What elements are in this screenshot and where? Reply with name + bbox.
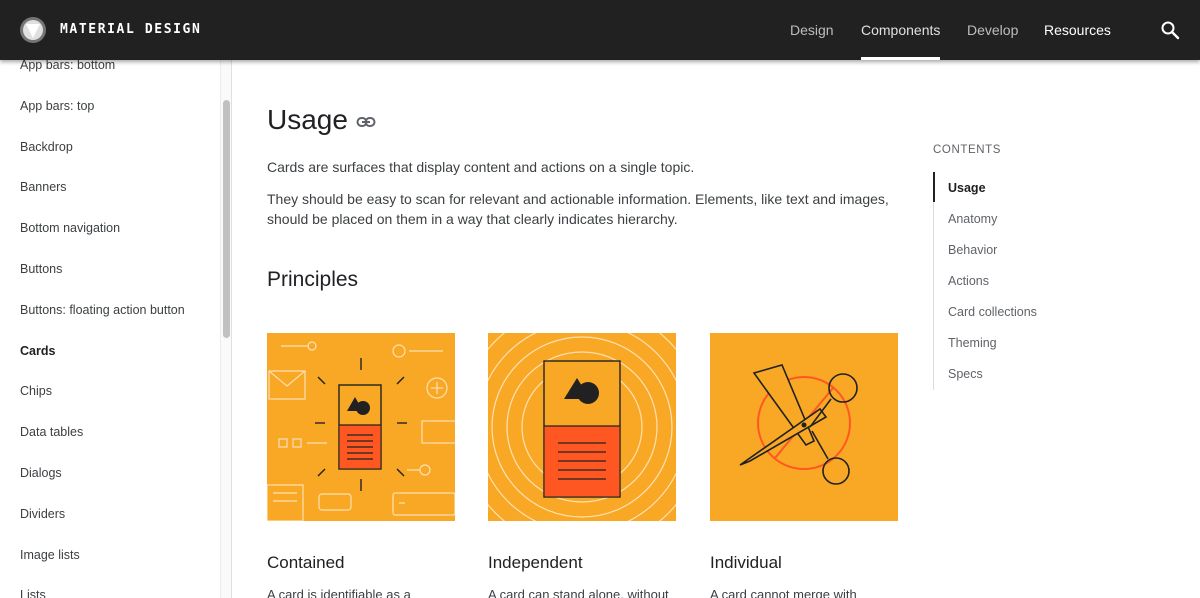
- page-title: Usage: [267, 104, 348, 135]
- link-icon[interactable]: [356, 115, 376, 129]
- sidebar-item-image-lists[interactable]: Image lists: [0, 535, 220, 576]
- toc-item-card-collections[interactable]: Card collections: [948, 305, 1037, 319]
- contained-illustration: [267, 333, 455, 521]
- sidebar-item-dividers[interactable]: Dividers: [0, 494, 220, 535]
- component-sidebar: App bars: bottom App bars: top Backdrop …: [0, 60, 232, 598]
- nav-components[interactable]: Components: [861, 0, 941, 60]
- toc-item-actions[interactable]: Actions: [948, 274, 989, 288]
- toc-item-behavior[interactable]: Behavior: [948, 243, 997, 257]
- card-desc-individual: A card cannot merge with: [710, 587, 857, 598]
- top-app-bar: MATERIAL DESIGN Design Components Develo…: [0, 0, 1200, 60]
- nav-design[interactable]: Design: [790, 0, 834, 60]
- nav-develop[interactable]: Develop: [967, 0, 1018, 60]
- toc-item-anatomy[interactable]: Anatomy: [948, 212, 997, 226]
- sidebar-item-backdrop[interactable]: Backdrop: [0, 127, 220, 168]
- sidebar-list: App bars: bottom App bars: top Backdrop …: [0, 60, 220, 598]
- toc-item-usage[interactable]: Usage: [948, 181, 986, 195]
- sidebar-item-app-bars-bottom[interactable]: App bars: bottom: [0, 60, 220, 86]
- card-desc-contained: A card is identifiable as a: [267, 587, 411, 598]
- toc-item-specs[interactable]: Specs: [948, 367, 983, 381]
- intro-paragraph: Cards are surfaces that display content …: [267, 159, 695, 175]
- toc-rail: [933, 172, 934, 390]
- nav-resources[interactable]: Resources: [1044, 0, 1111, 60]
- sidebar-item-chips[interactable]: Chips: [0, 371, 220, 412]
- independent-illustration: [488, 333, 676, 521]
- sidebar-item-app-bars-top[interactable]: App bars: top: [0, 86, 220, 127]
- card-title-contained: Contained: [267, 553, 345, 572]
- independent-illustration-icon: [488, 333, 676, 521]
- card-title-independent: Independent: [488, 553, 583, 572]
- sidebar-scrollbar-thumb[interactable]: [223, 100, 230, 338]
- sidebar-item-lists[interactable]: Lists: [0, 575, 220, 598]
- sidebar-item-data-tables[interactable]: Data tables: [0, 412, 220, 453]
- toc-item-theming[interactable]: Theming: [948, 336, 997, 350]
- card-desc-independent: A card can stand alone, without: [488, 587, 669, 598]
- sidebar-item-banners[interactable]: Banners: [0, 167, 220, 208]
- toc-title: CONTENTS: [933, 144, 1002, 156]
- sidebar-item-bottom-navigation[interactable]: Bottom navigation: [0, 208, 220, 249]
- sidebar-item-dialogs[interactable]: Dialogs: [0, 453, 220, 494]
- material-logo-icon[interactable]: [20, 17, 46, 43]
- sidebar-item-cards[interactable]: Cards: [0, 331, 220, 372]
- sidebar-item-buttons[interactable]: Buttons: [0, 249, 220, 290]
- toc-active-marker: [933, 172, 935, 202]
- brand-title[interactable]: MATERIAL DESIGN: [60, 22, 201, 37]
- scissors-illustration-icon: [739, 364, 858, 485]
- search-icon[interactable]: [1160, 20, 1180, 40]
- description-paragraph: They should be easy to scan for relevant…: [267, 191, 889, 227]
- contained-illustration-icon: [267, 341, 455, 521]
- card-title-individual: Individual: [710, 553, 782, 572]
- section-title: Principles: [267, 268, 359, 291]
- individual-illustration: [710, 333, 898, 521]
- sidebar-item-fab[interactable]: Buttons: floating action button: [0, 290, 220, 331]
